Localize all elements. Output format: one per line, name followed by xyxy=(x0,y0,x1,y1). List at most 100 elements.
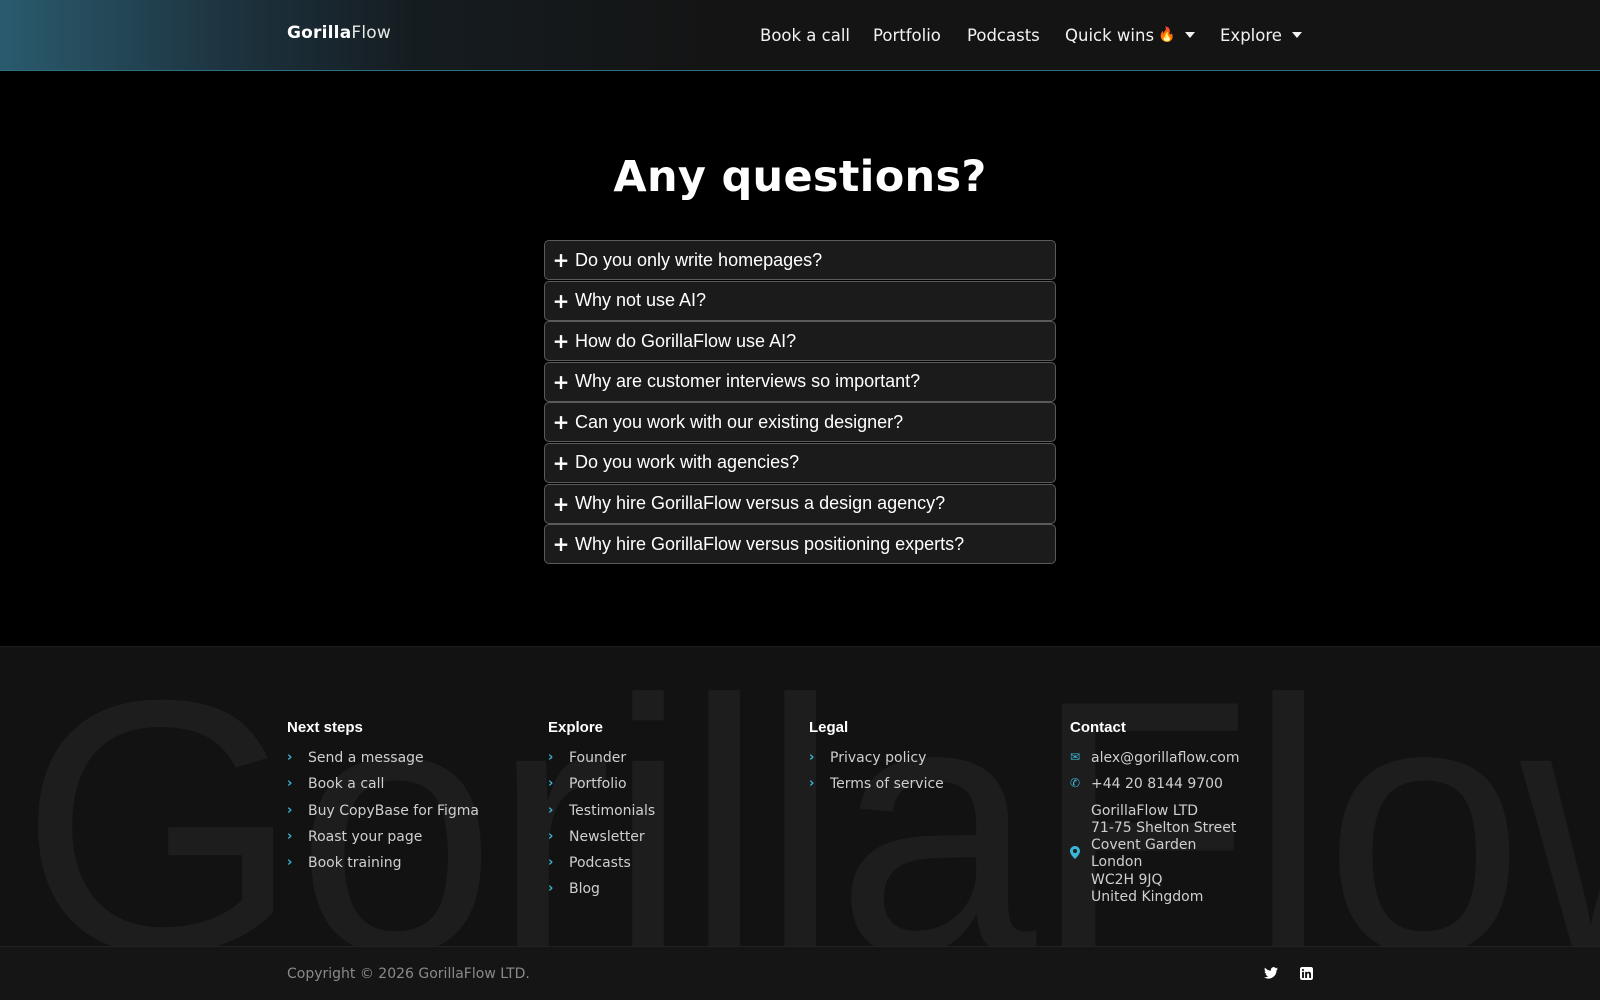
faq-item[interactable]: + Why are customer interviews so importan… xyxy=(544,361,1056,402)
faq-question: Why are customer interviews so important… xyxy=(575,371,921,392)
chevron-right-icon: › xyxy=(548,750,554,765)
contact-email[interactable]: ✉ alex@gorillaflow.com xyxy=(1070,750,1239,776)
footer-link-label: Book training xyxy=(308,855,402,872)
footer-link-label: Blog xyxy=(569,881,600,898)
chevron-right-icon: › xyxy=(809,776,815,792)
footer-link-label: Portfolio xyxy=(569,776,627,793)
plus-icon: + xyxy=(552,248,570,272)
plus-icon: + xyxy=(552,532,570,557)
footer-link-label: Testimonials xyxy=(569,802,656,819)
footer-link[interactable]: › Testimonials xyxy=(548,803,655,829)
nav-book-a-call[interactable]: Book a call xyxy=(760,24,850,46)
nav-quick-wins[interactable]: Quick wins 🔥 xyxy=(1065,24,1196,46)
footer-bottom-bar: Copyright © 2026 GorillaFlow LTD. xyxy=(0,946,1600,1000)
faq-list: + Do you only write homepages? + Why not u… xyxy=(544,240,1056,565)
plus-icon: + xyxy=(552,491,570,516)
copyright: Copyright © 2026 GorillaFlow LTD. xyxy=(287,966,530,982)
chevron-right-icon: › xyxy=(287,802,293,818)
footer-link[interactable]: › Newsletter xyxy=(548,829,655,855)
footer-heading: Next steps xyxy=(287,719,363,736)
faq-item[interactable]: + Can you work with our existing designer… xyxy=(544,402,1056,443)
nav-portfolio[interactable]: Portfolio xyxy=(873,24,941,46)
contact-email-label: alex@gorillaflow.com xyxy=(1091,750,1240,766)
address-line: WC2H 9JQ xyxy=(1091,871,1163,888)
logo[interactable]: GorillaFlow xyxy=(287,23,391,43)
footer-link[interactable]: › Founder xyxy=(548,750,655,776)
footer-link[interactable]: › Buy CopyBase for Figma xyxy=(287,803,479,829)
nav-label: Explore xyxy=(1220,25,1282,45)
plus-icon: + xyxy=(552,410,570,435)
footer-link[interactable]: › Podcasts xyxy=(548,855,655,881)
footer-link[interactable]: › Portfolio xyxy=(548,776,655,802)
nav-label: Portfolio xyxy=(873,25,941,45)
plus-icon: + xyxy=(552,329,570,354)
faq-question: Do you work with agencies? xyxy=(575,452,800,473)
contact-phone[interactable]: ✆ +44 20 8144 9700 xyxy=(1070,776,1239,802)
plus-icon: + xyxy=(552,288,570,313)
site-header: GorillaFlow Book a call Portfolio Podcas… xyxy=(0,0,1600,71)
nav-label: Podcasts xyxy=(967,25,1040,45)
address-line: United Kingdom xyxy=(1091,889,1204,906)
address-line: 71-75 Shelton Street xyxy=(1091,819,1237,836)
footer-heading: Contact xyxy=(1070,719,1126,736)
linkedin-icon[interactable] xyxy=(1298,965,1314,981)
chevron-right-icon: › xyxy=(548,881,554,897)
footer-link-label: Podcasts xyxy=(569,855,631,872)
footer-col-legal: Legal › Privacy policy › Terms of service xyxy=(809,719,944,803)
footer-link[interactable]: › Blog xyxy=(548,881,655,907)
nav-label: Book a call xyxy=(760,25,851,45)
site-footer: GorillaFlow Next steps ›Send a message ›… xyxy=(0,646,1600,946)
faq-item[interactable]: + Why not use AI? xyxy=(544,280,1056,321)
footer-link-label: Newsletter xyxy=(569,828,645,845)
faq-item[interactable]: + Do you work with agencies? xyxy=(544,442,1056,483)
footer-link[interactable]: › Privacy policy xyxy=(809,750,944,776)
faq-item[interactable]: + How do GorillaFlow use AI? xyxy=(544,321,1056,362)
nav-explore[interactable]: Explore xyxy=(1220,24,1302,46)
footer-link-label: Terms of service xyxy=(830,776,944,793)
chevron-right-icon: › xyxy=(287,855,293,871)
footer-link[interactable]: › Book a call xyxy=(287,776,479,802)
chevron-down-icon xyxy=(1291,32,1302,38)
footer-heading: Legal xyxy=(809,719,849,736)
footer-link[interactable]: › Roast your page xyxy=(287,829,479,855)
chevron-right-icon: › xyxy=(287,750,293,765)
chevron-right-icon: › xyxy=(287,828,293,844)
nav-podcasts[interactable]: Podcasts xyxy=(967,24,1040,46)
fire-icon: 🔥 xyxy=(1158,27,1176,43)
plus-icon: + xyxy=(552,369,570,394)
footer-link-label: Founder xyxy=(569,750,627,766)
twitter-icon[interactable] xyxy=(1263,965,1279,981)
faq-title: Any questions? xyxy=(613,152,987,202)
chevron-right-icon: › xyxy=(548,776,554,792)
chevron-right-icon: › xyxy=(809,750,815,765)
footer-col-next-steps: Next steps › Send a message › Book a call … xyxy=(287,719,479,881)
logo-bold: Gorilla xyxy=(287,23,352,43)
faq-question: How do GorillaFlow use AI? xyxy=(575,330,797,351)
address-line: GorillaFlow LTD xyxy=(1091,802,1199,819)
faq-item[interactable]: + Why hire GorillaFlow versus a design ag… xyxy=(544,483,1056,524)
location-pin-icon xyxy=(1070,846,1091,862)
footer-link-label: Privacy policy xyxy=(830,750,927,766)
footer-link-label: Book a call xyxy=(308,776,385,793)
footer-link[interactable]: › Book training xyxy=(287,855,479,881)
faq-item[interactable]: + Do you only write homepages? xyxy=(544,240,1056,280)
faq-question: Why not use AI? xyxy=(575,290,707,311)
footer-link-label: Roast your page xyxy=(308,828,423,845)
plus-icon: + xyxy=(552,450,570,475)
chevron-right-icon: › xyxy=(548,855,554,871)
footer-heading: Explore xyxy=(548,719,604,736)
logo-light: Flow xyxy=(351,23,391,43)
contact-address: GorillaFlow LTD 71-75 Shelton Street Cov… xyxy=(1070,803,1239,907)
contact-phone-label: +44 20 8144 9700 xyxy=(1091,776,1223,793)
faq-question: Why hire GorillaFlow versus a design age… xyxy=(575,493,946,514)
nav-label: Quick wins xyxy=(1065,25,1155,45)
email-icon: ✉ xyxy=(1070,750,1081,764)
address-line: London xyxy=(1091,854,1143,871)
address-line: Covent Garden xyxy=(1091,837,1197,854)
faq-question: Can you work with our existing designer? xyxy=(575,411,904,432)
footer-col-explore: Explore › Founder › Portfolio › Testimonial… xyxy=(548,719,655,908)
footer-link[interactable]: › Send a message xyxy=(287,750,479,776)
footer-link-label: Send a message xyxy=(308,750,424,766)
faq-item[interactable]: + Why hire GorillaFlow versus positioning… xyxy=(544,524,1056,565)
footer-link[interactable]: › Terms of service xyxy=(809,776,944,802)
